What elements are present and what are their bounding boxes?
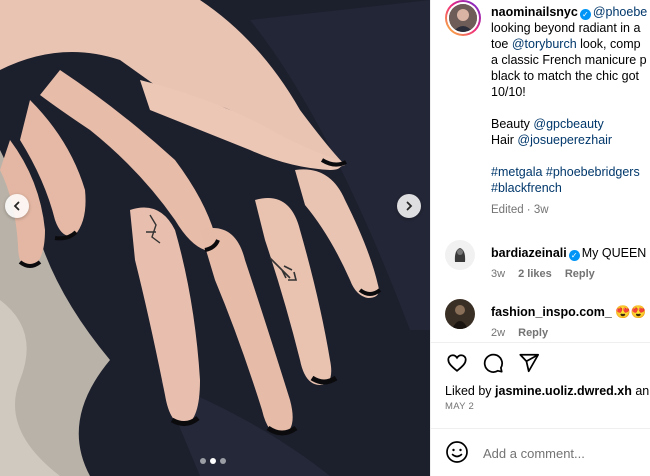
like-button[interactable]: [445, 351, 469, 375]
commenter-avatar-image: [445, 299, 475, 329]
chevron-right-icon: [406, 201, 413, 211]
carousel-indicator: [200, 458, 226, 464]
divider: [431, 428, 650, 429]
add-comment-row: [445, 440, 650, 466]
commenter-username[interactable]: bardiazeinali: [491, 246, 567, 260]
comment-button[interactable]: [481, 351, 505, 375]
commenter-avatar[interactable]: [445, 240, 475, 270]
caption-mention[interactable]: @josueperezhair: [517, 133, 612, 147]
emoji-button[interactable]: [445, 440, 469, 464]
carousel-dot-active: [210, 458, 216, 464]
commenter-avatar[interactable]: [445, 299, 475, 329]
liked-by: Liked by jasmine.uoliz.dwred.xh an: [445, 384, 649, 398]
add-comment-input[interactable]: [483, 442, 650, 464]
caption-text-segment: look, comp: [576, 37, 641, 51]
share-button[interactable]: [517, 351, 541, 375]
smiley-icon: [446, 441, 468, 463]
liked-by-prefix: Liked by: [445, 384, 496, 398]
hashtags[interactable]: #blackfrench: [491, 180, 650, 196]
beauty-label: Beauty: [491, 117, 534, 131]
caption-line: 10/10!: [491, 85, 526, 99]
send-icon: [519, 353, 540, 373]
hashtags[interactable]: #metgala #phoebebridgers: [491, 164, 650, 180]
author-avatar[interactable]: [445, 0, 481, 36]
comment-age: 2w: [491, 327, 506, 339]
reply-button[interactable]: Reply: [565, 268, 595, 280]
author-username[interactable]: naominailsnyc: [491, 5, 578, 19]
verified-badge-icon: ✓: [568, 250, 580, 261]
carousel-prev-button[interactable]: [5, 194, 29, 218]
post-details-panel: naominailsnyc ✓ @phoebe looking beyond rad…: [430, 0, 650, 476]
caption-text-segment: toe: [491, 37, 512, 51]
comment-likes[interactable]: 2 likes: [518, 268, 552, 280]
carousel-dot: [220, 458, 226, 464]
caption-mention[interactable]: @toryburch: [512, 37, 577, 51]
caption-mention[interactable]: @phoebe: [593, 5, 647, 19]
verified-badge-icon: ✓: [579, 9, 591, 20]
caption-mention[interactable]: @gpcbeauty: [533, 117, 603, 131]
post-date: MAY 2: [445, 401, 475, 412]
caption-line: black to match the chic got: [491, 69, 639, 83]
post-actions: [445, 351, 541, 375]
edited-timestamp: Edited · 3w: [491, 204, 549, 216]
carousel-dot: [200, 458, 206, 464]
carousel-next-button[interactable]: [397, 194, 421, 218]
comment-age: 3w: [491, 268, 506, 280]
divider: [431, 342, 650, 343]
caption-line: looking beyond radiant in a: [491, 21, 641, 35]
liked-by-suffix: an: [631, 384, 650, 398]
comment-text: 😍😍: [615, 305, 647, 319]
chevron-left-icon: [13, 201, 20, 211]
commenter-avatar-image: [445, 240, 475, 270]
hair-label: Hair: [491, 133, 518, 147]
post-photo[interactable]: [0, 0, 430, 476]
liked-by-user[interactable]: jasmine.uoliz.dwred.xh: [495, 384, 632, 398]
heart-icon: [447, 354, 467, 372]
hands-photo: [0, 0, 430, 476]
caption-text: naominailsnyc ✓ @phoebe looking beyond rad…: [491, 4, 650, 218]
caption-line: a classic French manicure p: [491, 53, 647, 67]
author-avatar-image: [449, 4, 477, 32]
commenter-username[interactable]: fashion_inspo.com_: [491, 305, 612, 319]
comment-icon: [483, 353, 503, 373]
reply-button[interactable]: Reply: [518, 327, 548, 339]
comment-text: My QUEEN: [581, 246, 647, 260]
